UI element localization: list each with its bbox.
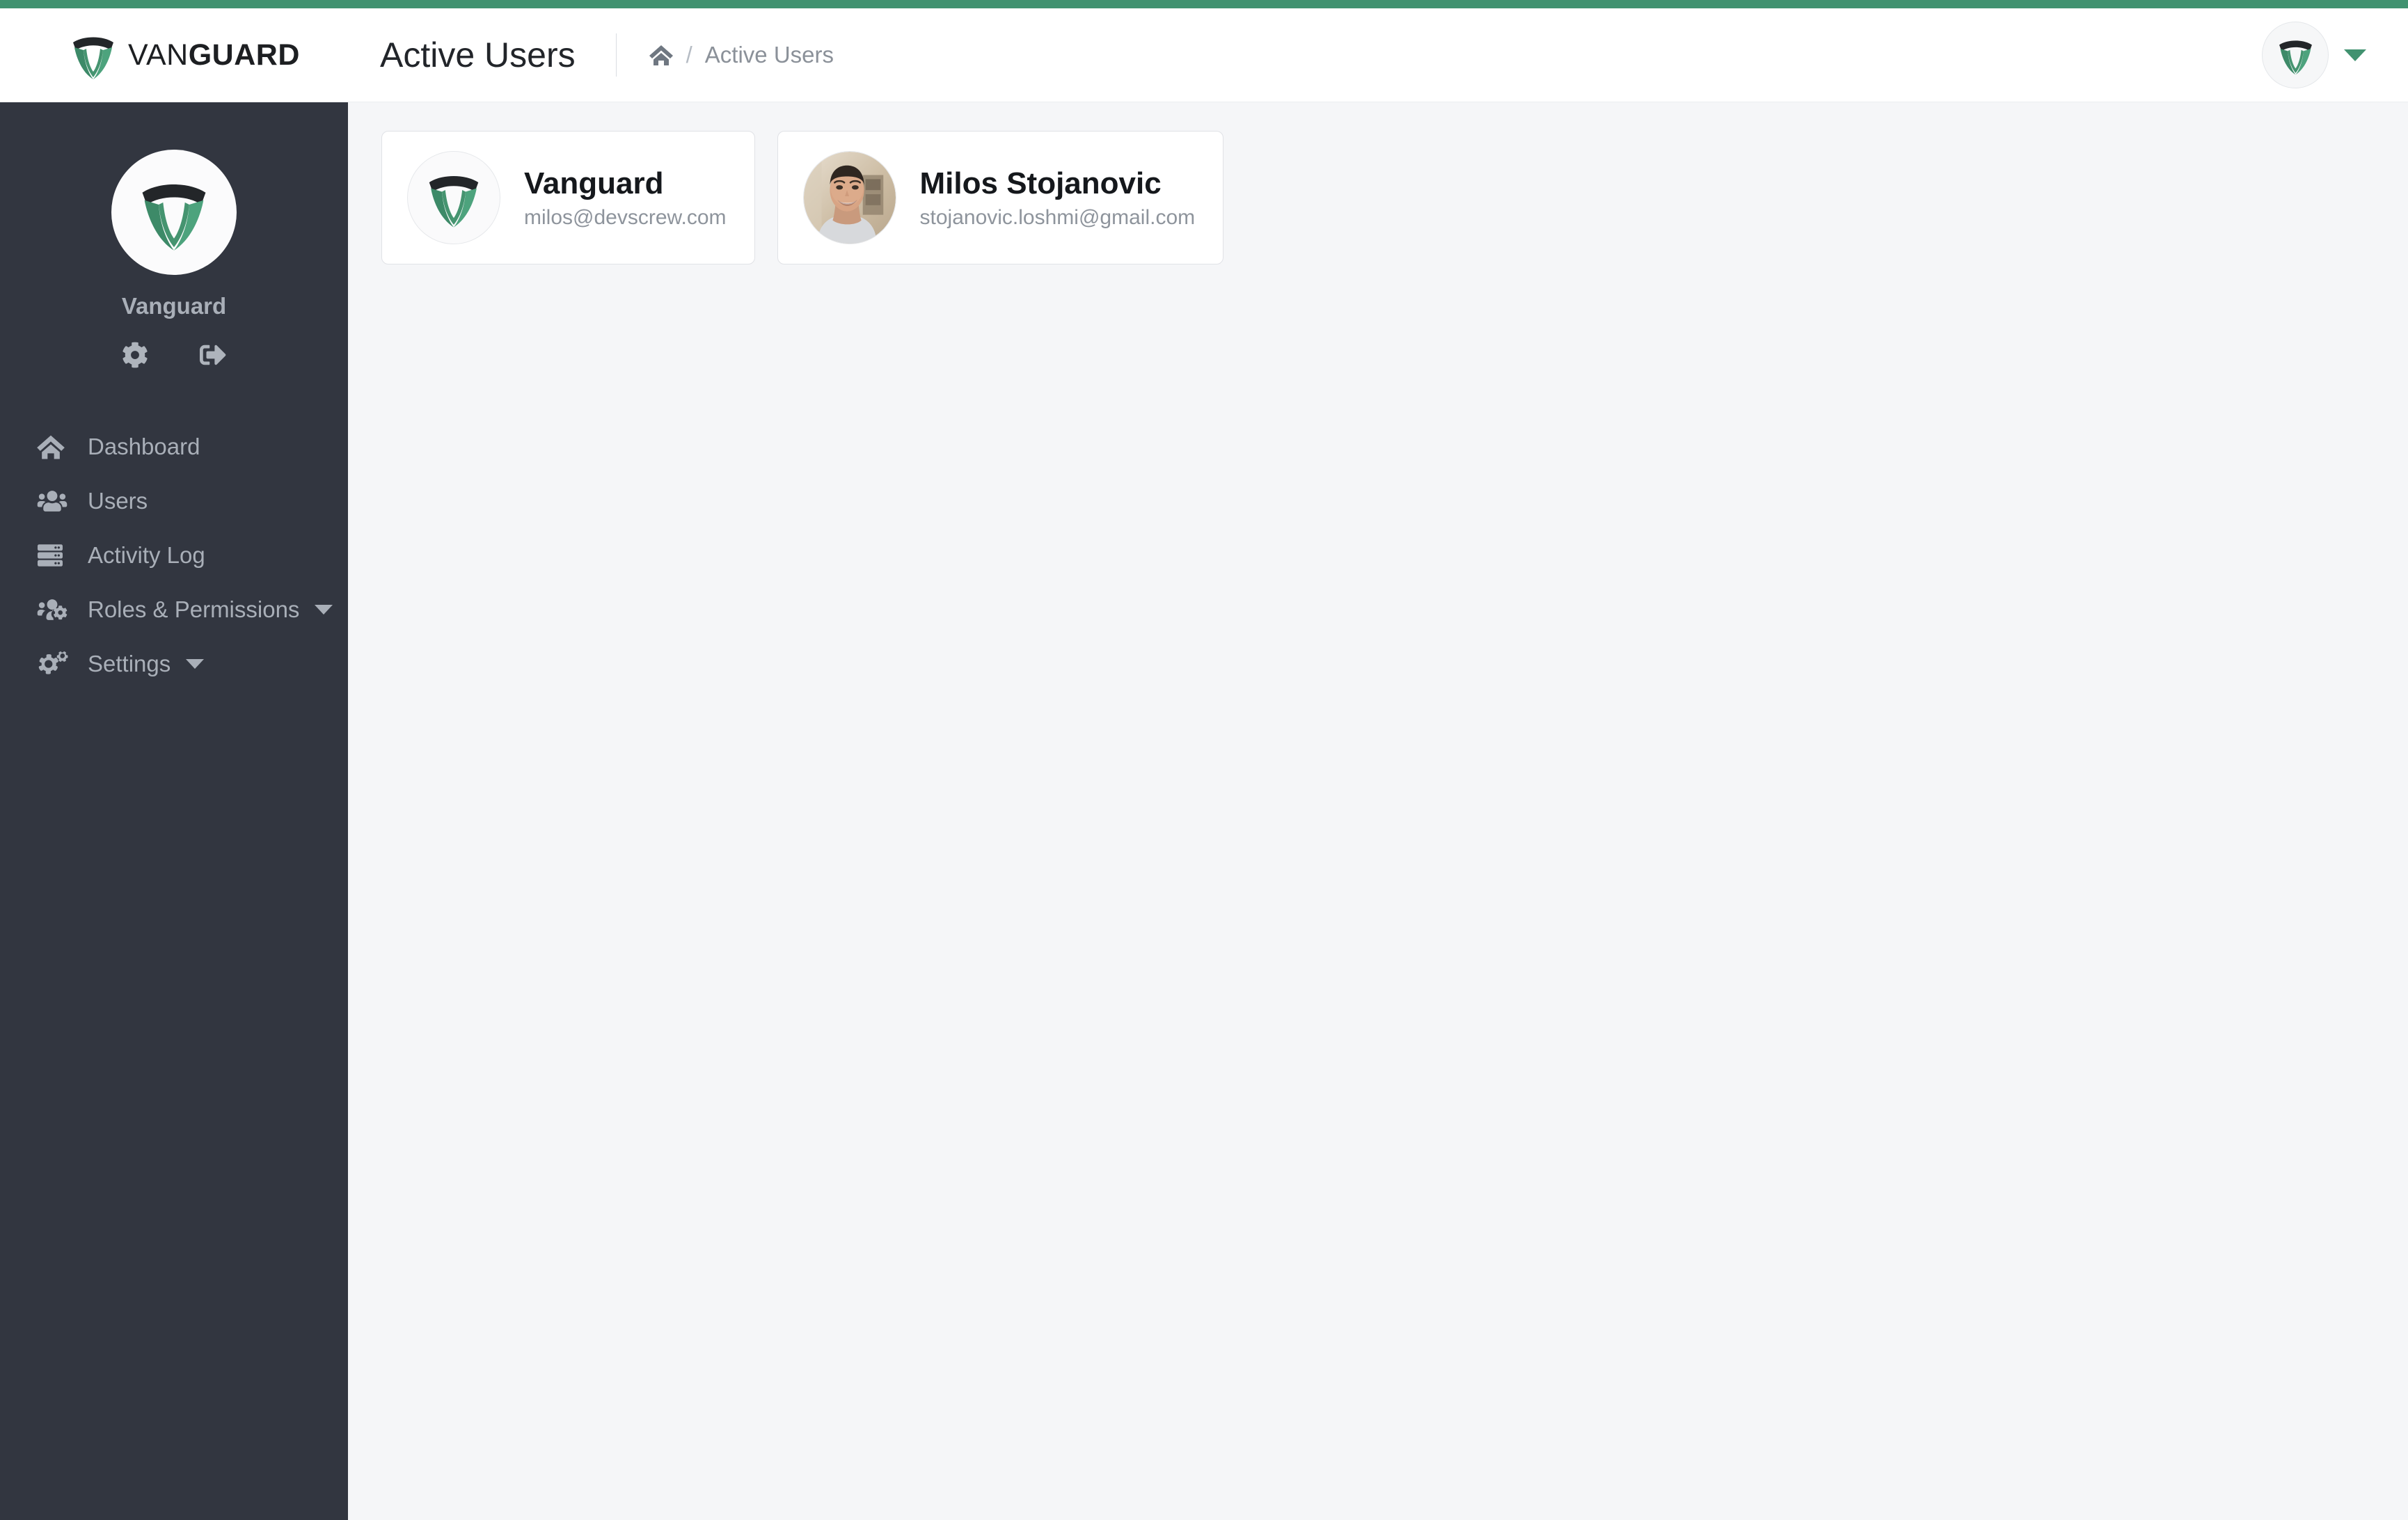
sidebar-item-dashboard[interactable]: Dashboard — [0, 420, 348, 474]
header-account-menu[interactable] — [2262, 22, 2408, 88]
breadcrumb-home-link[interactable] — [649, 44, 674, 66]
sidebar-item-label: Settings — [88, 651, 171, 676]
users-cog-icon — [36, 598, 72, 622]
user-name: Milos Stojanovic — [919, 166, 1162, 201]
main-content: Vanguard milos@devscrew.com Milos Stojan… — [348, 102, 2408, 1520]
user-photo — [803, 152, 896, 244]
user-email: stojanovic.loshmi@gmail.com — [919, 205, 1196, 229]
user-card[interactable]: Vanguard milos@devscrew.com — [381, 131, 755, 264]
sidebar-avatar[interactable] — [111, 150, 237, 275]
active-users-list: Vanguard milos@devscrew.com Milos Stojan… — [381, 131, 2408, 264]
header-divider — [615, 33, 617, 77]
user-info: Vanguard milos@devscrew.com — [524, 166, 727, 230]
sidebar-item-roles-permissions[interactable]: Roles & Permissions — [0, 583, 348, 637]
vanguard-shield-icon — [429, 175, 479, 228]
chevron-down-icon[interactable] — [2344, 49, 2366, 61]
vanguard-shield-icon — [142, 184, 206, 251]
chevron-down-icon[interactable] — [186, 659, 205, 669]
sidebar-nav: Dashboard Users Activity Log Roles & Per… — [0, 420, 348, 691]
breadcrumb-current: Active Users — [704, 42, 834, 68]
breadcrumb-separator: / — [686, 42, 692, 68]
sidebar-settings-button[interactable] — [122, 342, 148, 368]
sidebar-item-settings[interactable]: Settings — [0, 637, 348, 691]
sidebar-profile: Vanguard — [0, 102, 348, 368]
avatar — [407, 151, 500, 244]
vanguard-shield-icon — [2279, 40, 2312, 75]
sidebar-item-label: Roles & Permissions — [88, 596, 300, 622]
server-list-icon — [36, 543, 72, 568]
app-header: VANGUARD Active Users / Active Users — [0, 8, 2408, 102]
vanguard-shield-icon — [70, 29, 117, 81]
sidebar-item-activity-log[interactable]: Activity Log — [0, 528, 348, 583]
avatar[interactable] — [2262, 22, 2329, 88]
sign-out-icon — [200, 345, 226, 365]
user-name: Vanguard — [524, 166, 664, 201]
sidebar-item-label: Dashboard — [88, 434, 200, 459]
sidebar-profile-actions — [122, 342, 226, 368]
home-icon — [649, 44, 674, 66]
sidebar-item-label: Activity Log — [88, 542, 205, 568]
home-icon — [36, 434, 72, 460]
gear-icon — [122, 342, 148, 368]
sidebar-item-users[interactable]: Users — [0, 474, 348, 528]
avatar — [802, 151, 896, 244]
page-title: Active Users — [380, 35, 576, 74]
brand-name: VANGUARD — [128, 38, 300, 72]
sidebar-logout-button[interactable] — [200, 342, 226, 368]
sidebar: Vanguard Dashboard Users Activity Log Ro… — [0, 102, 348, 1520]
cogs-icon — [36, 651, 72, 676]
user-info: Milos Stojanovic stojanovic.loshmi@gmail… — [920, 166, 1196, 230]
user-email: milos@devscrew.com — [524, 205, 727, 229]
breadcrumb: / Active Users — [649, 42, 834, 68]
users-icon — [36, 489, 72, 513]
sidebar-profile-name: Vanguard — [121, 293, 227, 319]
chevron-down-icon[interactable] — [315, 605, 333, 615]
top-accent-bar — [0, 0, 2408, 8]
brand-logo-link[interactable]: VANGUARD — [0, 8, 340, 102]
user-card[interactable]: Milos Stojanovic stojanovic.loshmi@gmail… — [777, 131, 1224, 264]
sidebar-item-label: Users — [88, 488, 148, 514]
